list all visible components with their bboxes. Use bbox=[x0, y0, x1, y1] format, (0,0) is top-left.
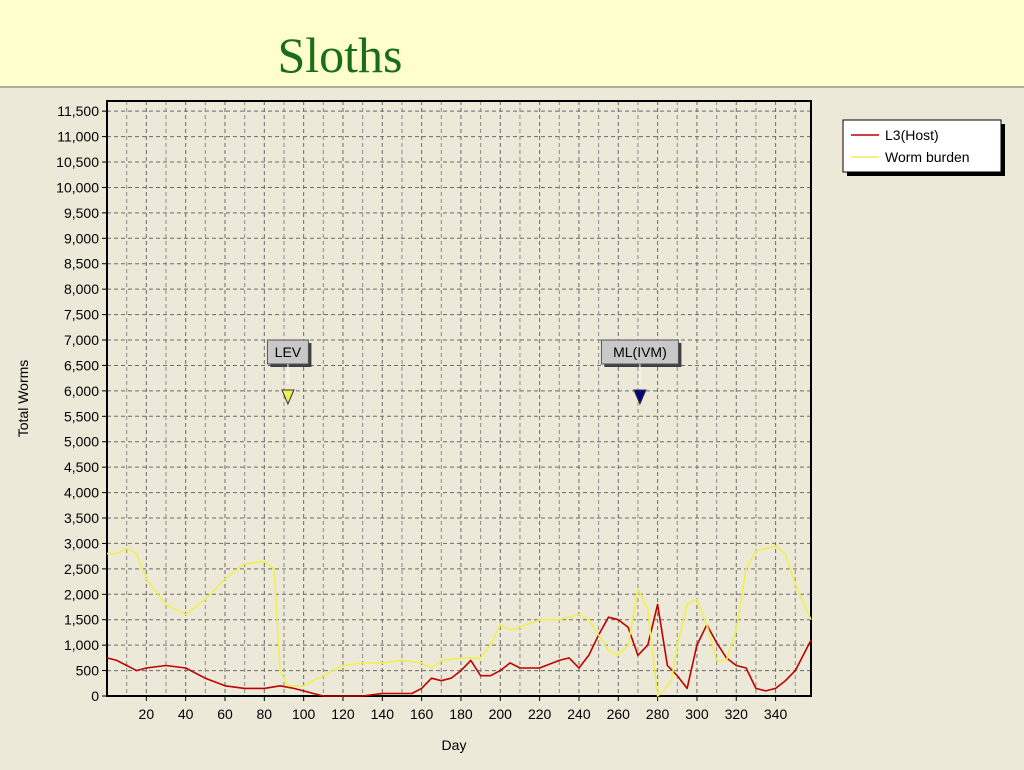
legend-label: Worm burden bbox=[885, 149, 970, 165]
x-tick-label: 260 bbox=[607, 706, 631, 722]
x-tick-label: 20 bbox=[139, 706, 155, 722]
y-tick-label: 11,000 bbox=[57, 129, 99, 145]
annotation-label: ML(IVM) bbox=[613, 344, 667, 360]
y-tick-label: 0 bbox=[91, 688, 99, 704]
y-tick-label: 5,000 bbox=[64, 434, 99, 450]
y-tick-label: 10,500 bbox=[56, 154, 99, 170]
y-tick-label: 9,500 bbox=[64, 205, 99, 221]
y-tick-label: 8,500 bbox=[64, 256, 99, 272]
y-tick-label: 6,000 bbox=[64, 383, 99, 399]
x-axis-label: Day bbox=[442, 737, 467, 753]
y-tick-label: 4,500 bbox=[64, 459, 99, 475]
y-tick-label: 500 bbox=[76, 663, 100, 679]
y-tick-label: 2,500 bbox=[64, 561, 99, 577]
x-tick-label: 320 bbox=[725, 706, 749, 722]
y-tick-label: 3,500 bbox=[64, 510, 99, 526]
x-tick-label: 100 bbox=[292, 706, 316, 722]
x-tick-label: 200 bbox=[489, 706, 513, 722]
y-tick-label: 9,000 bbox=[64, 230, 99, 246]
y-tick-label: 6,500 bbox=[64, 357, 99, 373]
y-tick-label: 1,000 bbox=[64, 637, 99, 653]
y-tick-label: 3,000 bbox=[64, 535, 99, 551]
y-tick-label: 7,500 bbox=[64, 307, 99, 323]
x-tick-label: 340 bbox=[764, 706, 788, 722]
y-tick-label: 4,000 bbox=[64, 485, 99, 501]
y-tick-label: 7,000 bbox=[64, 332, 99, 348]
x-tick-label: 80 bbox=[257, 706, 273, 722]
x-tick-label: 220 bbox=[528, 706, 552, 722]
line-chart: 0 500 1,000 1,500 2,000 2,500 3,000 3,500 4,000 4… bbox=[15, 100, 1005, 753]
chart-frame: 0 500 1,000 1,500 2,000 2,500 3,000 3,500 4,000 4… bbox=[0, 86, 1024, 770]
x-tick-label: 140 bbox=[371, 706, 395, 722]
x-tick-label: 300 bbox=[685, 706, 709, 722]
legend-label: L3(Host) bbox=[885, 127, 939, 143]
x-tick-label: 120 bbox=[331, 706, 355, 722]
y-tick-label: 11,500 bbox=[57, 103, 99, 119]
y-tick-label: 2,000 bbox=[64, 586, 99, 602]
x-tick-label: 240 bbox=[567, 706, 591, 722]
y-tick-label: 8,000 bbox=[64, 281, 99, 297]
annotation-label: LEV bbox=[275, 344, 302, 360]
x-tick-label: 40 bbox=[178, 706, 194, 722]
x-tick-label: 160 bbox=[410, 706, 434, 722]
y-tick-label: 1,500 bbox=[64, 612, 99, 628]
page-title: Sloths bbox=[277, 27, 403, 83]
y-tick-label: 5,500 bbox=[64, 408, 99, 424]
y-tick-label: 10,000 bbox=[56, 179, 99, 195]
y-axis-label: Total Worms bbox=[15, 360, 31, 438]
x-tick-label: 60 bbox=[217, 706, 233, 722]
plot-area bbox=[107, 101, 811, 696]
x-tick-label: 180 bbox=[449, 706, 473, 722]
x-tick-label: 280 bbox=[646, 706, 670, 722]
